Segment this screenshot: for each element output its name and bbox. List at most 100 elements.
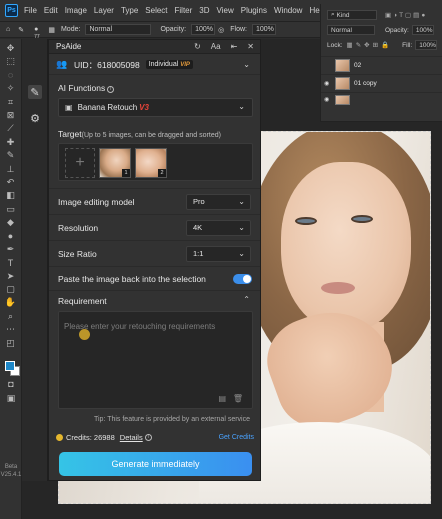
font-size-icon[interactable]: Aa [211,42,221,51]
menu-select[interactable]: Select [145,6,167,15]
mode-select[interactable]: Normal [85,24,152,35]
mouse-cursor-indicator [79,329,90,340]
trash-icon[interactable]: 🗑 [233,394,243,403]
marquee-tool-icon[interactable]: ⬚ [4,56,18,67]
layer-kind-filter[interactable]: ⌕ Kind [327,10,377,20]
rectangle-tool-icon[interactable]: ▢ [4,284,18,295]
paste-back-toggle[interactable] [233,273,252,284]
menu-plugins[interactable]: Plugins [241,6,267,15]
details-link[interactable]: Details [120,433,143,442]
flow-field[interactable]: 100% [251,24,276,35]
quick-select-tool-icon[interactable]: ✧ [4,83,18,94]
layer-kind-label: Kind [336,11,350,19]
photoshop-logo-icon: Ps [5,4,18,17]
menu-view[interactable]: View [217,6,234,15]
account-chevron-down-icon[interactable]: ⌄ [243,60,250,69]
layer-blend-mode-select[interactable]: Normal [327,25,375,35]
target-thumbnail[interactable]: 2 [135,148,167,178]
menu-filter[interactable]: Filter [175,6,193,15]
ai-function-value: Banana Retouch [77,103,138,112]
ai-function-select[interactable]: ▣ Banana Retouch V3 ⌄ [58,98,253,117]
hand-tool-icon[interactable]: ✋ [4,297,18,308]
layer-visibility-eye-icon[interactable]: ◉ [324,80,329,87]
info-icon[interactable]: i [107,86,115,93]
pressure-opacity-icon[interactable]: ◎ [218,26,224,34]
version-label: V25.4.1 [0,472,22,478]
uid-text: UID：618005098 [74,59,140,70]
resolution-select[interactable]: 4K ⌄ [186,219,251,236]
external-service-tip: Tip: This feature is provided by an exte… [93,416,250,423]
layer-fill-field[interactable]: 100% [415,40,438,50]
target-images-box[interactable]: + 1 2 [58,143,253,181]
close-icon[interactable]: ✕ [247,42,254,51]
collapse-icon[interactable]: ⇤ [231,42,238,51]
brush-settings-icon[interactable]: ▦ [48,26,55,34]
layer-filter-icons[interactable]: ▣◑T▢▤● [385,11,427,19]
layer-lock-icons[interactable]: ▦✎✥⊞🔒 [347,41,393,49]
requirement-textarea[interactable]: Please enter your retouching requirement… [58,311,253,409]
requirement-header[interactable]: Requirement ⌃ [49,290,260,310]
menu-window[interactable]: Window [274,6,302,15]
options-bar: ⌂ ✎ ● 77 ▦ Mode: Normal Opacity: 100% ◎ F… [0,22,320,40]
history-brush-tool-icon[interactable]: ↶ [4,177,18,188]
target-thumbnail[interactable]: 1 [99,148,131,178]
quick-mask-icon[interactable]: ◘ [4,378,18,389]
account-bar[interactable]: 👥 UID：618005098 Individual VIP ⌄ [49,55,260,75]
more-tools-icon[interactable]: ⋯ [4,324,18,335]
lasso-tool-icon[interactable]: ◌ [4,70,18,81]
layer-visibility-eye-icon[interactable]: ◉ [324,96,329,103]
layer-fill-label: Fill: [402,41,413,49]
info-icon[interactable]: i [144,433,152,441]
dodge-tool-icon[interactable]: ● [4,230,18,241]
screen-mode-icon[interactable]: ▣ [4,393,18,404]
layer-opacity-field[interactable]: 100% [411,25,434,35]
edit-pen-icon[interactable]: ✎ [28,85,42,99]
healing-brush-tool-icon[interactable]: ✚ [4,137,18,148]
size-ratio-select[interactable]: 1:1 ⌄ [186,245,251,262]
move-tool-icon[interactable]: ✥ [4,43,18,54]
clone-stamp-tool-icon[interactable]: ⊥ [4,164,18,175]
gradient-tool-icon[interactable]: ▭ [4,204,18,215]
plugin-dock: ✎ ⚙ [22,39,48,481]
zoom-tool-icon[interactable]: ⌕ [4,311,18,322]
opacity-field[interactable]: 100% [191,24,216,35]
menu-edit[interactable]: Edit [44,6,58,15]
menu-3d[interactable]: 3D [199,6,209,15]
refresh-icon[interactable]: ↻ [194,42,201,51]
brush-tool-icon[interactable]: ✎ [4,150,18,161]
generate-button[interactable]: Generate immediately [59,452,252,476]
brush-tool-icon[interactable]: ✎ [18,26,24,34]
photo-left-eye [295,217,317,225]
photo-face [281,162,411,332]
paste-back-row: Paste the image back into the selection [49,266,260,290]
layer-opacity-label: Opacity: [385,26,409,34]
settings-gear-icon[interactable]: ⚙ [28,111,42,125]
default-colors-icon[interactable]: ◰ [4,338,18,349]
layer-row[interactable]: ◉ [321,92,442,106]
menu-layer[interactable]: Layer [94,6,114,15]
pen-tool-icon[interactable]: ✒ [4,244,18,255]
layer-row[interactable]: 02 [321,56,442,73]
type-tool-icon[interactable]: T [4,257,18,268]
add-image-button[interactable]: + [65,148,95,178]
layer-lock-row: Lock: ▦✎✥⊞🔒 Fill: 100% [321,40,442,50]
brush-preset-picker[interactable]: ● 77 [34,26,40,40]
frame-tool-icon[interactable]: ⊠ [4,110,18,121]
layer-row[interactable]: ◉ 01 copy [321,74,442,91]
foreground-color-swatch[interactable] [5,361,15,371]
eraser-tool-icon[interactable]: ◧ [4,190,18,201]
image-model-value: Pro [193,197,205,206]
path-selection-tool-icon[interactable]: ➤ [4,271,18,282]
menu-image[interactable]: Image [65,6,87,15]
eyedropper-tool-icon[interactable]: ⟋ [4,123,18,134]
opacity-label: Opacity: [160,26,187,33]
image-model-select[interactable]: Pro ⌄ [186,193,251,210]
crop-tool-icon[interactable]: ⌗ [4,97,18,108]
menu-type[interactable]: Type [121,6,138,15]
menu-file[interactable]: File [24,6,37,15]
home-icon[interactable]: ⌂ [6,26,10,33]
chevron-up-icon[interactable]: ⌃ [243,295,250,304]
image-insert-icon[interactable]: ▤ [218,394,226,403]
blur-tool-icon[interactable]: ◆ [4,217,18,228]
get-credits-link[interactable]: Get Credits [219,434,254,441]
